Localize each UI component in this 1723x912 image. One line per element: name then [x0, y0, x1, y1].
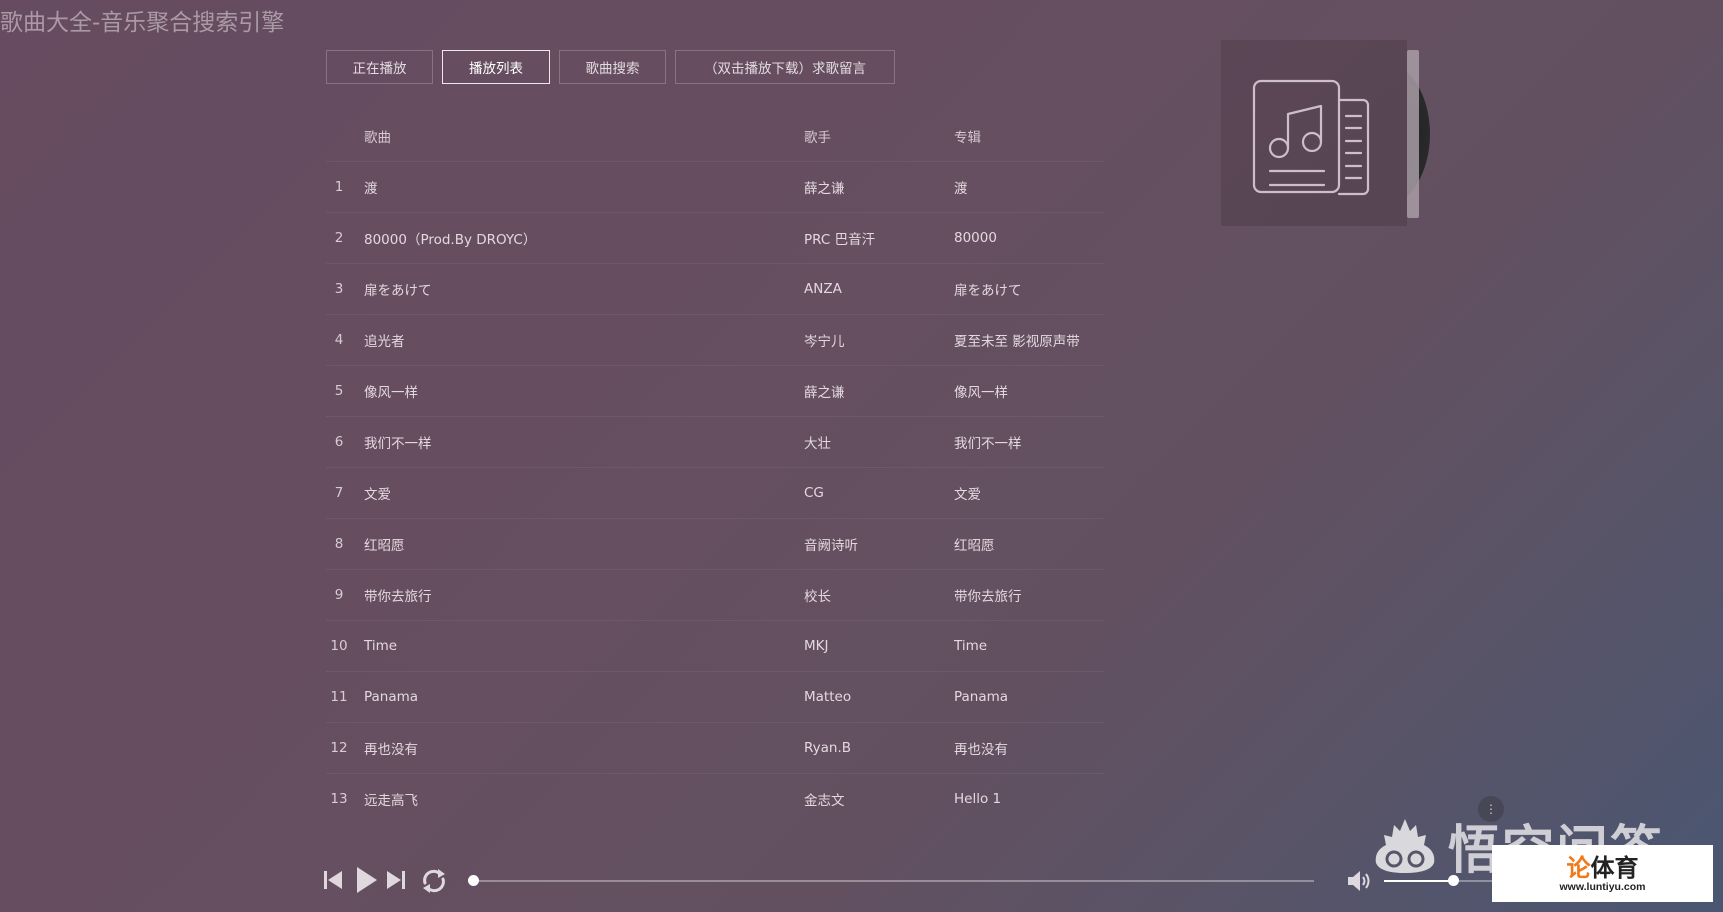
play-icon[interactable] — [355, 865, 379, 895]
row-singer: 薛之谦 — [804, 181, 845, 197]
row-index: 2 — [334, 230, 344, 246]
row-index: 7 — [334, 485, 344, 501]
table-row[interactable]: 12 再也没有 Ryan.B 再也没有 — [326, 722, 1104, 773]
table-row[interactable]: 6 我们不一样 大壮 我们不一样 — [326, 416, 1104, 467]
row-album: Time — [954, 638, 988, 654]
row-singer: 金志文 — [804, 793, 845, 809]
badge-title: 论体育 — [1567, 855, 1639, 881]
row-song: Time — [364, 638, 398, 654]
row-singer: PRC 巴音汗 — [804, 232, 876, 248]
row-singer: MKJ — [804, 638, 829, 654]
row-album: 再也没有 — [954, 742, 1008, 758]
row-song: 红昭愿 — [364, 538, 405, 554]
more-options-icon[interactable]: ⋮ — [1478, 796, 1504, 822]
row-song: 像风一样 — [364, 385, 418, 401]
row-album: 夏至未至 影视原声带 — [954, 334, 1080, 350]
row-album: 渡 — [954, 181, 968, 197]
table-row[interactable]: 4 追光者 岑宁儿 夏至未至 影视原声带 — [326, 314, 1104, 365]
table-row[interactable]: 3 扉をあけて ANZA 扉をあけて — [326, 263, 1104, 314]
row-singer: 音阙诗听 — [804, 538, 858, 554]
row-singer: 校长 — [804, 589, 831, 605]
row-index: 12 — [330, 740, 348, 756]
row-song: 扉をあけて — [364, 283, 432, 299]
row-album: Panama — [954, 689, 1009, 705]
sleeve-edge — [1407, 50, 1419, 218]
row-index: 9 — [334, 587, 344, 603]
row-song: 远走高飞 — [364, 793, 418, 809]
row-song: 追光者 — [364, 334, 405, 350]
column-singer: 歌手 — [804, 129, 831, 146]
tab-request-message[interactable]: （双击播放下载）求歌留言 — [675, 50, 895, 84]
table-row[interactable]: 5 像风一样 薛之谦 像风一样 — [326, 365, 1104, 416]
table-row[interactable]: 7 文爱 CG 文爱 — [326, 467, 1104, 518]
row-song: 再也没有 — [364, 742, 418, 758]
watermark-badge: 论体育 www.luntiyu.com — [1492, 845, 1713, 902]
row-album: 扉をあけて — [954, 283, 1022, 299]
repeat-icon[interactable] — [420, 868, 448, 894]
row-song: 80000（Prod.By DROYC） — [364, 232, 537, 248]
table-row[interactable]: 9 带你去旅行 校长 带你去旅行 — [326, 569, 1104, 620]
app-title: 歌曲大全-音乐聚合搜索引擎 — [0, 10, 285, 36]
row-singer: Ryan.B — [804, 740, 852, 756]
album-cover — [1221, 40, 1407, 226]
row-album: 带你去旅行 — [954, 589, 1022, 605]
row-album: 像风一样 — [954, 385, 1008, 401]
badge-accent: 论 — [1566, 853, 1591, 882]
row-index: 6 — [334, 434, 344, 450]
music-playlist-icon — [1252, 79, 1370, 196]
row-album: 红昭愿 — [954, 538, 995, 554]
table-row[interactable]: 2 80000（Prod.By DROYC） PRC 巴音汗 80000 — [326, 212, 1104, 263]
progress-track[interactable] — [474, 880, 1314, 882]
skip-previous-icon[interactable] — [322, 868, 344, 892]
badge-url: www.luntiyu.com — [1559, 880, 1646, 893]
row-song: 文爱 — [364, 487, 391, 503]
skip-next-icon[interactable] — [385, 868, 407, 892]
row-song: 我们不一样 — [364, 436, 432, 452]
row-singer: 岑宁儿 — [804, 334, 845, 350]
row-singer: ANZA — [804, 281, 842, 297]
row-album: 文爱 — [954, 487, 981, 503]
table-row[interactable]: 13 远走高飞 金志文 Hello 1 — [326, 773, 1104, 824]
table-row[interactable]: 10 Time MKJ Time — [326, 620, 1104, 671]
row-index: 13 — [330, 791, 348, 807]
row-song: 渡 — [364, 181, 378, 197]
table-row[interactable]: 11 Panama Matteo Panama — [326, 671, 1104, 722]
row-index: 3 — [334, 281, 344, 297]
wukong-logo-icon — [1375, 818, 1435, 873]
volume-icon[interactable] — [1346, 870, 1372, 892]
row-index: 8 — [334, 536, 344, 552]
row-album: 80000 — [954, 230, 997, 246]
column-song: 歌曲 — [364, 129, 391, 146]
row-singer: 薛之谦 — [804, 385, 845, 401]
tab-playlist[interactable]: 播放列表 — [442, 50, 550, 84]
tab-song-search[interactable]: 歌曲搜索 — [559, 50, 666, 84]
row-index: 4 — [334, 332, 344, 348]
row-singer: CG — [804, 485, 824, 501]
row-song: 带你去旅行 — [364, 589, 432, 605]
badge-title-rest: 体育 — [1590, 853, 1639, 882]
progress-knob[interactable] — [468, 875, 479, 886]
playlist-header: 歌曲 歌手 专辑 — [326, 110, 1104, 161]
row-index: 5 — [334, 383, 344, 399]
table-row[interactable]: 1 渡 薛之谦 渡 — [326, 161, 1104, 212]
row-index: 10 — [330, 638, 348, 654]
row-index: 1 — [334, 179, 344, 195]
row-index: 11 — [330, 689, 348, 705]
column-album: 专辑 — [954, 129, 981, 146]
table-row[interactable]: 8 红昭愿 音阙诗听 红昭愿 — [326, 518, 1104, 569]
row-song: Panama — [364, 689, 419, 705]
playlist-table: 歌曲 歌手 专辑 1 渡薛之谦渡 2 80000（Prod.By DROYC） PRC … — [326, 110, 1104, 824]
row-album: 我们不一样 — [954, 436, 1022, 452]
tab-now-playing[interactable]: 正在播放 — [326, 50, 433, 84]
row-singer: Matteo — [804, 689, 852, 705]
row-singer: 大壮 — [804, 436, 831, 452]
row-album: Hello 1 — [954, 791, 1002, 807]
